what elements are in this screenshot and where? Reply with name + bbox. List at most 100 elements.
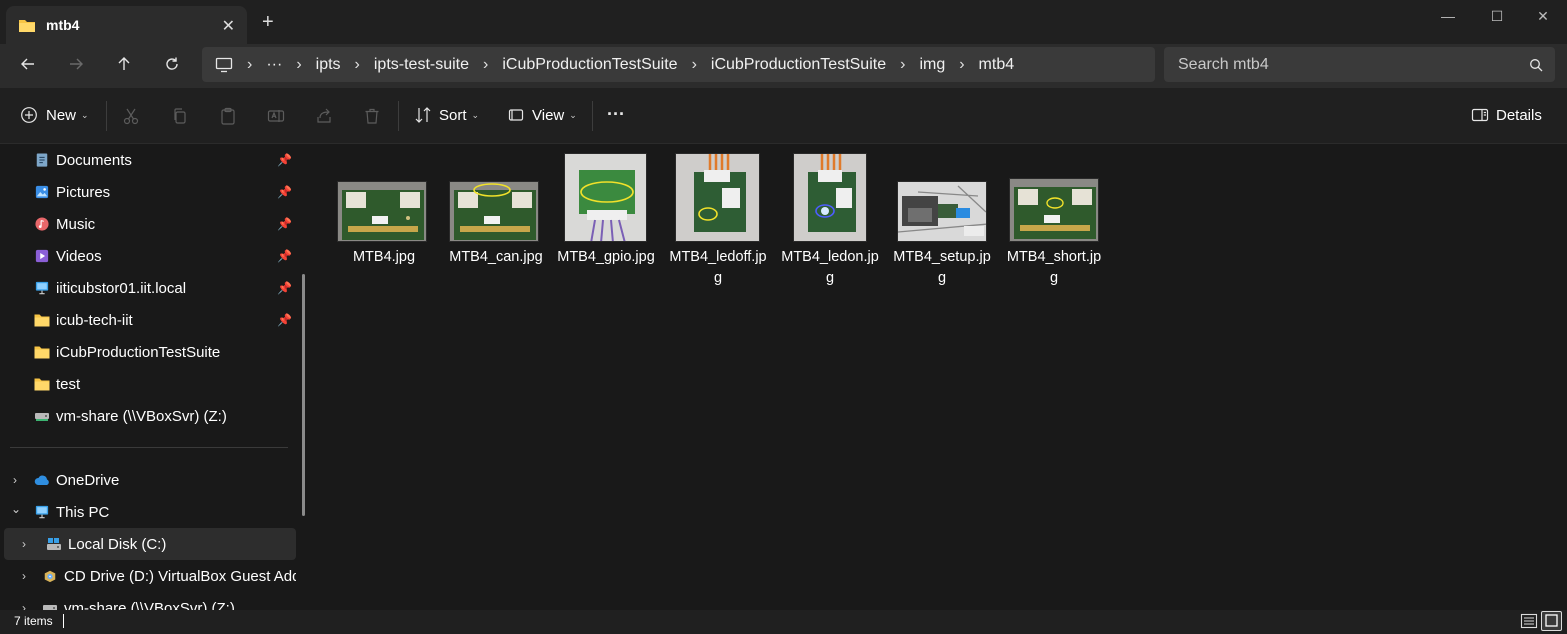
network-drive-icon	[35, 281, 49, 295]
setup-photo-icon	[898, 182, 986, 241]
sidebar-item-label: Local Disk (C:)	[68, 535, 167, 553]
tab-close-icon[interactable]: ✕	[222, 16, 235, 36]
new-tab-button[interactable]: +	[262, 12, 274, 32]
sidebar-item-vm-share[interactable]: vm-share (\\VBoxSvr) (Z:)	[0, 400, 296, 432]
chevron-down-icon[interactable]: ⌄	[11, 502, 21, 516]
file-name[interactable]: MTB4.jpg	[334, 247, 434, 268]
status-bar	[0, 610, 1567, 634]
cut-button[interactable]	[122, 107, 140, 128]
maximize-button[interactable]: ☐	[1474, 6, 1520, 26]
pin-icon[interactable]: 📌	[277, 153, 292, 167]
sidebar-item-this-pc[interactable]: ⌄ This PC	[0, 496, 296, 528]
sidebar-item-label: icub-tech-iit	[56, 311, 133, 329]
search-input[interactable]: Search mtb4	[1178, 56, 1529, 74]
sidebar-item-documents[interactable]: Documents 📌	[0, 144, 296, 176]
network-share-icon	[35, 413, 49, 421]
sidebar-item-cd-drive-d[interactable]: › CD Drive (D:) VirtualBox Guest Add	[0, 560, 296, 592]
delete-button[interactable]	[363, 107, 381, 128]
file-name[interactable]: MTB4_can.jpg	[446, 247, 546, 268]
file-name[interactable]: MTB4_setup.jpg	[892, 247, 992, 289]
new-button[interactable]: New ⌄	[20, 106, 89, 124]
breadcrumb-separator: ›	[483, 55, 489, 73]
pin-icon[interactable]: 📌	[277, 217, 292, 231]
details-button[interactable]: Details	[1471, 106, 1542, 124]
board-photo-icon	[565, 154, 646, 241]
file-name[interactable]: MTB4_ledon.jpg	[780, 247, 880, 289]
large-icons-view-button[interactable]	[1541, 611, 1562, 631]
share-button[interactable]	[315, 107, 333, 128]
sidebar-item-label: Documents	[56, 151, 132, 169]
search-box[interactable]: Search mtb4	[1164, 47, 1555, 82]
breadcrumb-mtb4[interactable]: mtb4	[979, 56, 1015, 74]
sidebar-item-onedrive[interactable]: › OneDrive	[0, 464, 296, 496]
scissors-icon	[123, 108, 139, 125]
address-bar[interactable]: › ··· › ipts › ipts-test-suite › iCubPro…	[202, 47, 1155, 82]
chevron-right-icon[interactable]: ›	[22, 537, 26, 551]
search-icon	[1530, 58, 1543, 71]
file-name[interactable]: MTB4_short.jpg	[1004, 247, 1104, 289]
sidebar-scrollbar[interactable]	[302, 274, 305, 516]
close-window-button[interactable]: ✕	[1520, 6, 1566, 26]
sidebar-item-icubproductiontestsuite[interactable]: iCubProductionTestSuite	[0, 336, 296, 368]
more-options-button[interactable]: ···	[607, 104, 625, 125]
breadcrumb-separator: ›	[959, 55, 965, 73]
pin-icon[interactable]: 📌	[277, 313, 292, 327]
file-thumbnail[interactable]	[564, 153, 647, 242]
file-thumbnail[interactable]	[793, 153, 867, 242]
pin-icon[interactable]: 📌	[277, 249, 292, 263]
chevron-right-icon[interactable]: ›	[13, 473, 17, 487]
file-thumbnail[interactable]	[897, 181, 987, 242]
breadcrumb-ellipsis[interactable]: ···	[266, 56, 282, 74]
sidebar-item-local-disk-c[interactable]: › Local Disk (C:)	[4, 528, 296, 560]
toolbar-divider	[592, 101, 593, 131]
rename-button[interactable]	[267, 107, 285, 128]
sidebar-item-label: Pictures	[56, 183, 111, 201]
breadcrumb-icubproductiontestsuite-inner[interactable]: iCubProductionTestSuite	[711, 56, 886, 74]
file-name[interactable]: MTB4_ledoff.jpg	[668, 247, 768, 289]
sidebar-item-label: iCubProductionTestSuite	[56, 343, 221, 361]
sidebar-item-pictures[interactable]: Pictures 📌	[0, 176, 296, 208]
item-count: 7 items	[14, 614, 53, 628]
breadcrumb-ipts[interactable]: ipts	[316, 56, 341, 74]
minimize-button[interactable]: —	[1425, 6, 1471, 26]
sidebar-item-label: iiticubstor01.iit.local	[56, 279, 187, 297]
thumbnail-view-icon	[1545, 614, 1558, 627]
file-name[interactable]: MTB4_gpio.jpg	[556, 247, 656, 268]
list-view-icon	[1520, 613, 1538, 629]
paste-button[interactable]	[219, 107, 237, 128]
sidebar-item-label: test	[56, 375, 81, 393]
file-thumbnail[interactable]	[337, 181, 427, 242]
breadcrumb-img[interactable]: img	[919, 56, 945, 74]
arrow-right-icon	[70, 58, 83, 70]
breadcrumb-icubproductiontestsuite[interactable]: iCubProductionTestSuite	[502, 56, 677, 74]
share-icon	[317, 108, 331, 123]
up-button[interactable]	[108, 52, 140, 76]
folder-icon	[34, 346, 50, 359]
refresh-button[interactable]	[156, 52, 188, 76]
sidebar-item-iiticubstor01[interactable]: iiticubstor01.iit.local 📌	[0, 272, 296, 304]
pc-icon	[35, 505, 49, 519]
forward-button[interactable]	[60, 52, 92, 76]
view-button[interactable]: View ⌄	[507, 106, 577, 124]
rename-icon	[267, 110, 285, 122]
details-view-button[interactable]	[1520, 613, 1538, 632]
sidebar-item-videos[interactable]: Videos 📌	[0, 240, 296, 272]
pin-icon[interactable]: 📌	[277, 281, 292, 295]
file-thumbnail[interactable]	[675, 153, 760, 242]
copy-button[interactable]	[171, 107, 189, 128]
sidebar-item-icub-tech-iit[interactable]: icub-tech-iit 📌	[0, 304, 296, 336]
chevron-right-icon[interactable]: ›	[22, 569, 26, 583]
trash-icon	[365, 108, 379, 124]
chevron-down-icon: ⌄	[471, 109, 480, 120]
back-button[interactable]	[12, 52, 44, 76]
tab-mtb4[interactable]: mtb4 ✕	[6, 6, 247, 44]
sort-button[interactable]: Sort ⌄	[414, 106, 479, 124]
sidebar-item-music[interactable]: Music 📌	[0, 208, 296, 240]
tab-title: mtb4	[46, 17, 80, 33]
sidebar-item-test[interactable]: test	[0, 368, 296, 400]
breadcrumb-ipts-test-suite[interactable]: ipts-test-suite	[374, 56, 469, 74]
pin-icon[interactable]: 📌	[277, 185, 292, 199]
file-thumbnail[interactable]	[449, 181, 539, 242]
sort-icon	[415, 107, 431, 123]
file-thumbnail[interactable]	[1009, 178, 1099, 242]
